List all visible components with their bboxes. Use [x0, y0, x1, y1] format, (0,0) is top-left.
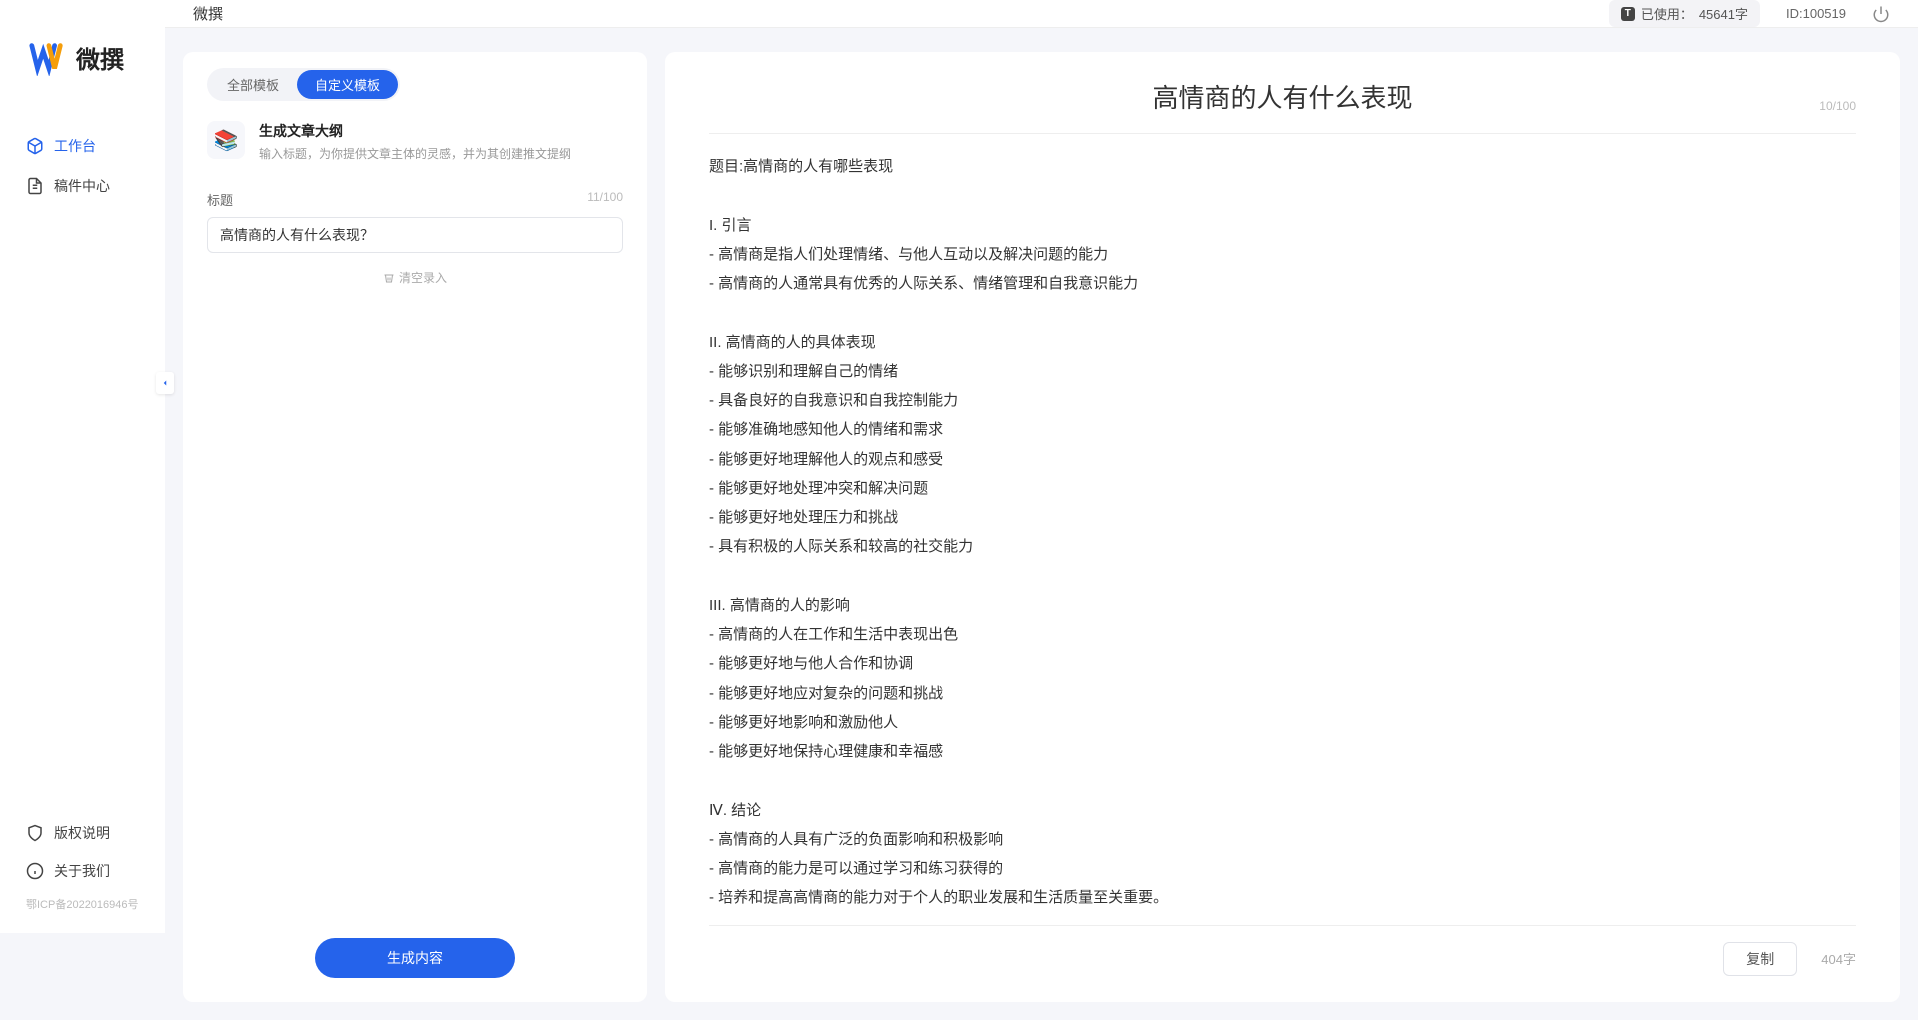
- sidebar-bottom: 版权说明 关于我们 鄂ICP备2022016946号: [0, 814, 165, 933]
- panel-right: 高情商的人有什么表现 10/100 题目:高情商的人有哪些表现 I. 引言 - …: [665, 52, 1900, 1002]
- nav-item-drafts[interactable]: 稿件中心: [0, 166, 165, 206]
- nav-item-about[interactable]: 关于我们: [0, 852, 165, 890]
- usage-label: 已使用：: [1641, 4, 1693, 23]
- output-header: 高情商的人有什么表现 10/100: [709, 78, 1856, 115]
- output-footer: 复制 404字: [709, 925, 1856, 976]
- tab-custom-templates[interactable]: 自定义模板: [297, 70, 398, 99]
- nav-label: 工作台: [54, 136, 96, 156]
- nav-item-workspace[interactable]: 工作台: [0, 126, 165, 166]
- word-count: 404字: [1821, 949, 1856, 968]
- icp-text: 鄂ICP备2022016946号: [0, 890, 165, 918]
- output-body[interactable]: 题目:高情商的人有哪些表现 I. 引言 - 高情商是指人们处理情绪、与他人互动以…: [709, 152, 1856, 913]
- nav-label: 稿件中心: [54, 176, 110, 196]
- document-icon: [26, 177, 44, 195]
- logo-icon: [28, 38, 66, 76]
- template-title: 生成文章大纲: [259, 121, 571, 141]
- output-title: 高情商的人有什么表现: [1152, 78, 1412, 115]
- usage-badge[interactable]: T 已使用： 45641字: [1609, 0, 1760, 27]
- logo-text: 微撰: [76, 40, 124, 75]
- chevron-left-icon: [160, 378, 170, 388]
- nav-label: 关于我们: [54, 861, 110, 881]
- divider: [709, 133, 1856, 134]
- clear-icon: [383, 272, 395, 284]
- info-icon: [26, 862, 44, 880]
- usage-value: 45641字: [1699, 4, 1748, 23]
- output-title-count: 10/100: [1819, 99, 1856, 113]
- generate-button[interactable]: 生成内容: [315, 938, 515, 978]
- logo[interactable]: 微撰: [0, 18, 165, 126]
- field-label-row: 标题 11/100: [207, 190, 623, 209]
- sidebar: 微撰 工作台 稿件中心 版权说明 关于我们 鄂ICP备2022016946号: [0, 0, 165, 933]
- power-icon[interactable]: [1872, 5, 1890, 23]
- template-tabs: 全部模板 自定义模板: [207, 68, 400, 101]
- tab-all-templates[interactable]: 全部模板: [209, 70, 297, 99]
- field-char-count: 11/100: [587, 190, 623, 209]
- user-id: ID:100519: [1786, 6, 1846, 21]
- template-icon: 📚: [207, 121, 245, 159]
- main: 微撰 T 已使用： 45641字 ID:100519 全部模板 自定义模板: [165, 0, 1918, 933]
- cube-icon: [26, 137, 44, 155]
- clear-input-button[interactable]: 清空录入: [207, 269, 623, 286]
- nav-item-copyright[interactable]: 版权说明: [0, 814, 165, 852]
- template-card: 📚 生成文章大纲 输入标题，为你提供文章主体的灵感，并为其创建推文提纲: [207, 121, 623, 162]
- title-input[interactable]: [207, 217, 623, 253]
- page-title: 微撰: [193, 3, 223, 24]
- copy-button[interactable]: 复制: [1723, 942, 1797, 976]
- topbar-right: T 已使用： 45641字 ID:100519: [1609, 0, 1890, 27]
- field-label: 标题: [207, 190, 233, 209]
- panel-left: 全部模板 自定义模板 📚 生成文章大纲 输入标题，为你提供文章主体的灵感，并为其…: [183, 52, 647, 1002]
- shield-icon: [26, 824, 44, 842]
- nav-label: 版权说明: [54, 823, 110, 843]
- collapse-sidebar-button[interactable]: [156, 372, 174, 394]
- nav-main: 工作台 稿件中心: [0, 126, 165, 814]
- text-icon: T: [1621, 7, 1635, 21]
- content: 全部模板 自定义模板 📚 生成文章大纲 输入标题，为你提供文章主体的灵感，并为其…: [165, 28, 1918, 1020]
- template-desc: 输入标题，为你提供文章主体的灵感，并为其创建推文提纲: [259, 145, 571, 162]
- topbar: 微撰 T 已使用： 45641字 ID:100519: [165, 0, 1918, 28]
